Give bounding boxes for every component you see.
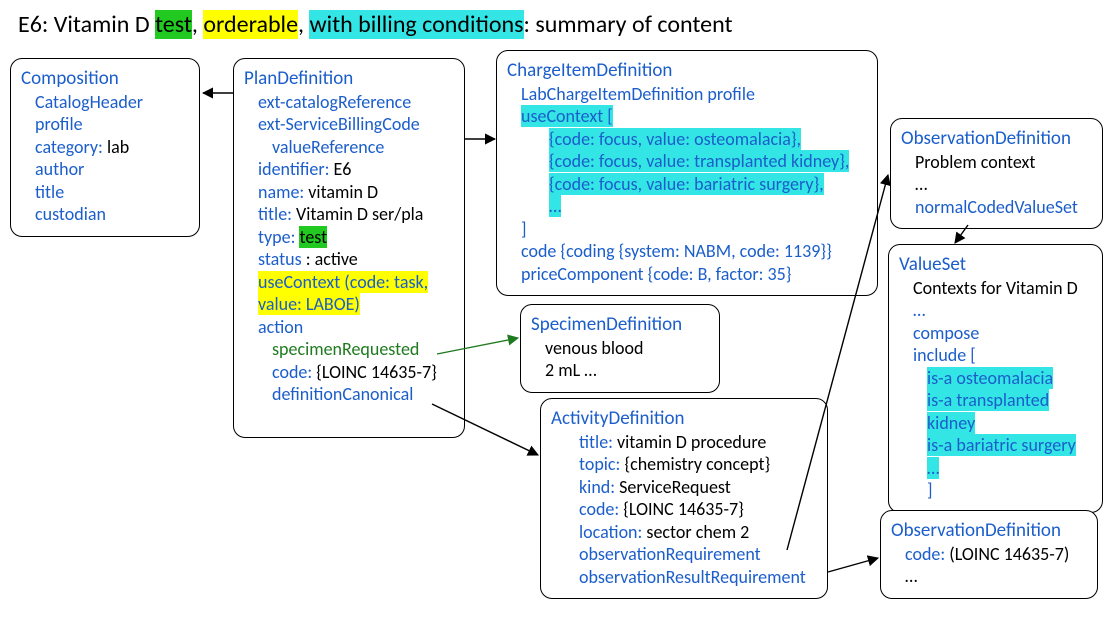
title-highlight-billing: with billing conditions	[309, 10, 523, 39]
composition-custodian: custodian	[21, 203, 189, 226]
obs2-ellipsis: …	[891, 565, 1087, 588]
page-title: E6: Vitamin D test, orderable, with bill…	[18, 10, 733, 39]
activity-code: code: {LOINC 14635-7}	[551, 498, 817, 521]
chargeitem-box: ChargeItemDefinition LabChargeItemDefini…	[496, 50, 878, 296]
title-highlight-test: test	[155, 10, 192, 39]
plan-type: type: test	[244, 226, 454, 249]
valueset-header: ValueSet	[899, 253, 1092, 277]
charge-header: ChargeItemDefinition	[507, 59, 867, 83]
composition-title: title	[21, 181, 189, 204]
valueset-close: ]	[899, 479, 1092, 502]
charge-profile: LabChargeItemDefinition profile	[507, 83, 867, 106]
plan-code: code: {LOINC 14635-7}	[244, 361, 454, 384]
obsdef1-box: ObservationDefinition Problem context … …	[890, 118, 1103, 229]
valueset-l5: is-a osteomalacia	[899, 367, 1092, 390]
composition-header: Composition	[21, 67, 189, 91]
plan-identifier: identifier: E6	[244, 158, 454, 181]
plan-header: PlanDefinition	[244, 67, 454, 91]
valueset-l6: is-a transplanted kidney	[899, 389, 1092, 434]
plan-defcanonical: definitionCanonical	[244, 383, 454, 406]
title-suffix: : summary of content	[524, 10, 733, 39]
charge-usecontext-close: ]	[507, 218, 867, 241]
title-highlight-orderable: orderable	[203, 10, 298, 39]
plan-usecontext-1: useContext (code: task,	[244, 271, 454, 294]
activity-obsreq: observationRequirement	[551, 543, 817, 566]
obs1-header: ObservationDefinition	[901, 127, 1092, 151]
obs1-normalcoded: normalCodedValueSet	[901, 196, 1092, 219]
plan-ext-catalog: ext-catalogReference	[244, 91, 454, 114]
plan-status: status : active	[244, 248, 454, 271]
composition-category: category: lab	[21, 136, 189, 159]
specimen-l2: 2 mL …	[531, 359, 709, 382]
valueset-include: include [	[899, 344, 1092, 367]
valueset-box: ValueSet Contexts for Vitamin D … compos…	[888, 244, 1103, 513]
valueset-l8: …	[899, 457, 1092, 480]
composition-profile: CatalogHeader profile	[21, 91, 189, 136]
plan-valueref: valueReference	[244, 136, 454, 159]
valueset-l1: Contexts for Vitamin D	[899, 277, 1092, 300]
plan-usecontext-2: value: LABOE)	[244, 293, 454, 316]
activity-topic: topic: {chemistry concept}	[551, 453, 817, 476]
title-sep2: ,	[298, 10, 309, 39]
obs1-l1: Problem context	[901, 151, 1092, 174]
composition-author: author	[21, 158, 189, 181]
charge-price: priceComponent {code: B, factor: 35}	[507, 263, 867, 286]
obs1-l2: …	[901, 173, 1092, 196]
charge-usecontext-open: useContext [	[507, 105, 867, 128]
charge-uc-3: {code: focus, value: bariatric surgery},	[507, 173, 867, 196]
charge-code: code {coding {system: NABM, code: 1139}}	[507, 240, 867, 263]
obs2-code: code: (LOINC 14635-7)	[891, 543, 1087, 566]
activity-header: ActivityDefinition	[551, 407, 817, 431]
plandefinition-box: PlanDefinition ext-catalogReference ext-…	[233, 58, 465, 438]
title-prefix: E6: Vitamin D	[18, 10, 155, 39]
valueset-l7: is-a bariatric surgery	[899, 434, 1092, 457]
specimen-header: SpecimenDefinition	[531, 313, 709, 337]
charge-uc-ellipsis: …	[507, 195, 867, 218]
activity-title: title: vitamin D procedure	[551, 431, 817, 454]
charge-uc-1: {code: focus, value: osteomalacia},	[507, 128, 867, 151]
activity-box: ActivityDefinition title: vitamin D proc…	[540, 398, 828, 599]
obsdef2-box: ObservationDefinition code: (LOINC 14635…	[880, 510, 1098, 599]
specimen-l1: venous blood	[531, 337, 709, 360]
specimen-box: SpecimenDefinition venous blood 2 mL …	[520, 304, 720, 393]
activity-kind: kind: ServiceRequest	[551, 476, 817, 499]
obs2-header: ObservationDefinition	[891, 519, 1087, 543]
activity-obsresult: observationResultRequirement	[551, 566, 817, 589]
title-sep1: ,	[192, 10, 203, 39]
activity-location: location: sector chem 2	[551, 521, 817, 544]
valueset-compose: compose	[899, 322, 1092, 345]
plan-title: title: Vitamin D ser/pla	[244, 203, 454, 226]
plan-specimen-requested: specimenRequested	[244, 338, 454, 361]
valueset-l2: …	[899, 299, 1092, 322]
composition-box: Composition CatalogHeader profile catego…	[10, 58, 200, 237]
plan-name: name: vitamin D	[244, 181, 454, 204]
charge-uc-2: {code: focus, value: transplanted kidney…	[507, 150, 867, 173]
plan-action: action	[244, 316, 454, 339]
plan-ext-billing: ext-ServiceBillingCode	[244, 113, 454, 136]
